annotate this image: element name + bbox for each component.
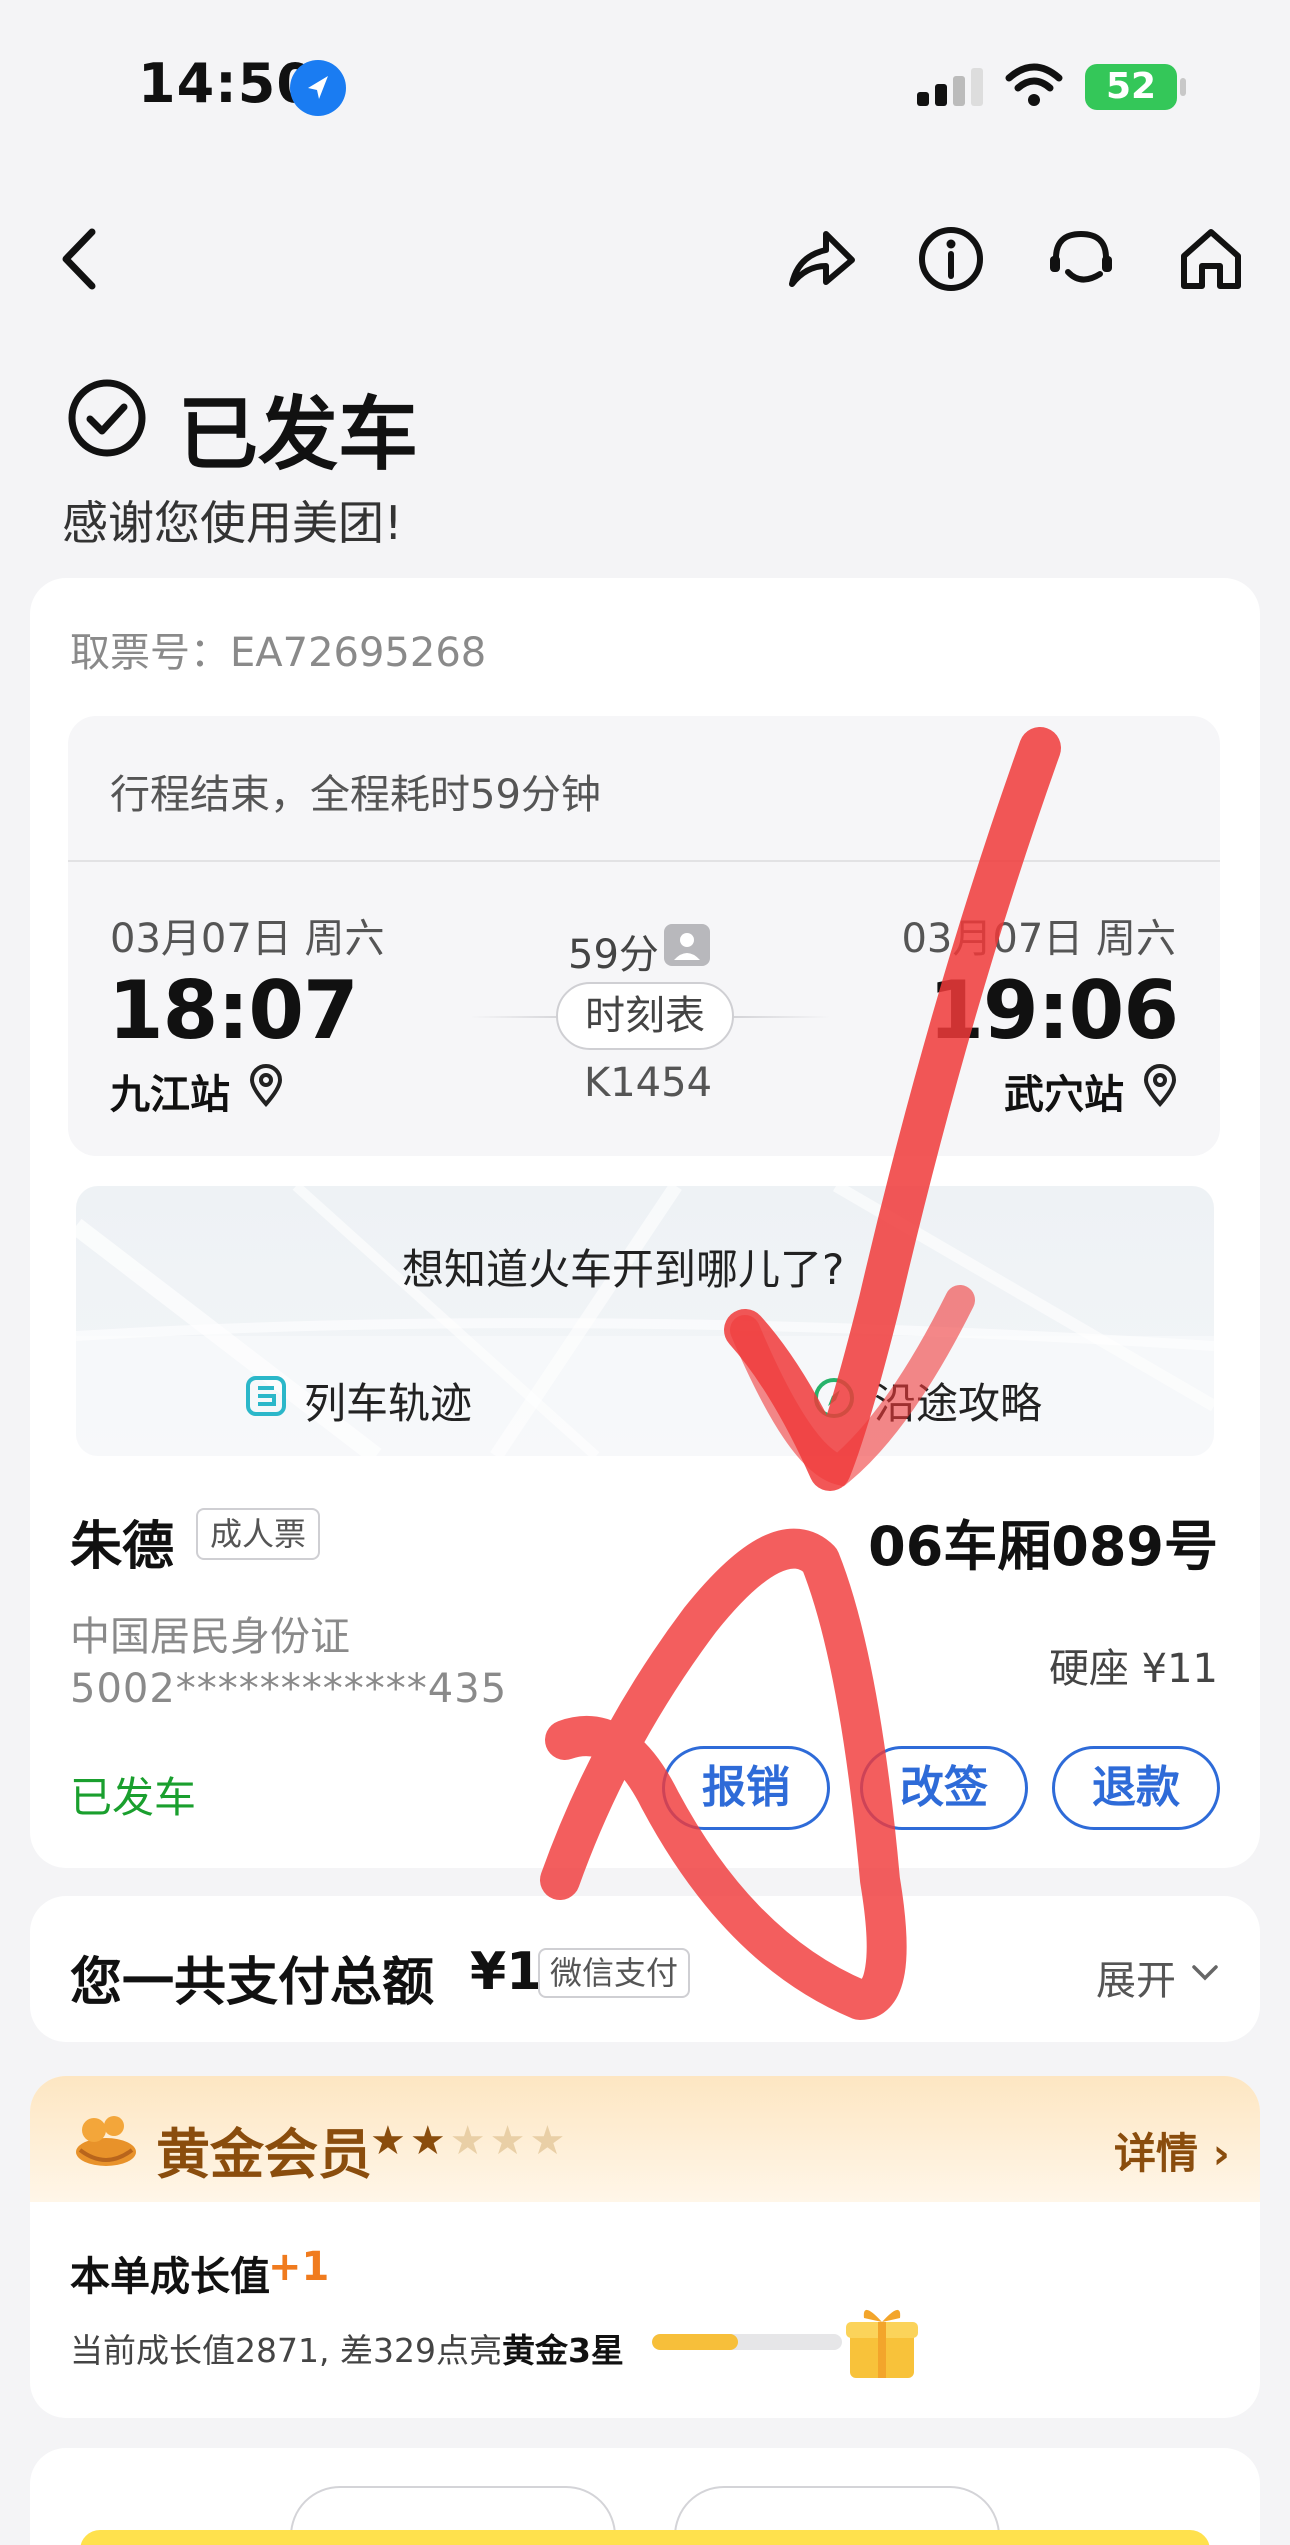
arrival-date: 03月07日 周六 — [901, 916, 1176, 962]
home-icon[interactable] — [1174, 222, 1248, 296]
refund-button[interactable]: 退款 — [1052, 1746, 1220, 1830]
growth-label: 本单成长值 — [70, 2254, 270, 2300]
location-pin-icon[interactable] — [246, 1062, 286, 1108]
kangaroo-logo-icon — [76, 2116, 136, 2166]
customer-service-icon[interactable] — [1044, 222, 1118, 296]
ticket-number: 取票号：EA72695268 — [70, 630, 487, 676]
growth-progress-text: 当前成长值2871, 差329点亮黄金3星 — [70, 2331, 624, 2370]
membership-details-link[interactable]: 详情 › — [1114, 2120, 1230, 2181]
arrival-time: 19:06 — [928, 964, 1179, 1057]
passenger-name: 朱德 — [70, 1517, 175, 1577]
gift-box-icon[interactable] — [842, 2300, 922, 2382]
departure-time: 18:07 — [108, 964, 359, 1057]
star-empty-icon: ★ — [529, 2118, 570, 2164]
expand-button[interactable]: 展开 — [1096, 1948, 1176, 2006]
train-track-link[interactable]: 列车轨迹 — [304, 1370, 472, 1431]
page-subtitle: 感谢您使用美团! — [62, 496, 403, 550]
departure-date: 03月07日 周六 — [110, 916, 385, 962]
page-title: 已发车 — [178, 388, 418, 481]
trip-divider — [68, 860, 1220, 862]
star-filled-icon: ★ — [370, 2118, 410, 2164]
payment-amount: ¥1 — [470, 1942, 543, 2002]
train-number: K1454 — [584, 1060, 713, 1106]
chevron-down-icon[interactable] — [1190, 1962, 1220, 1984]
payment-method-badge: 微信支付 — [538, 1948, 691, 1998]
growth-progress-fill — [652, 2334, 738, 2350]
back-icon[interactable] — [44, 222, 118, 296]
seat-class-price: 硬座 ¥11 — [1048, 1646, 1218, 1692]
departure-station[interactable]: 九江站 — [110, 1062, 230, 1120]
membership-title: 黄金会员 — [156, 2123, 372, 2186]
info-icon[interactable] — [914, 222, 988, 296]
ticket-type-badge: 成人票 — [196, 1508, 321, 1560]
star-filled-icon: ★ — [409, 2118, 450, 2164]
star-empty-icon: ★ — [449, 2118, 490, 2164]
id-type: 中国居民身份证 — [70, 1614, 350, 1660]
train-track-icon[interactable] — [244, 1374, 288, 1418]
arrival-station[interactable]: 武穴站 — [1004, 1062, 1124, 1120]
cellular-signal-icon — [917, 68, 983, 106]
share-icon[interactable] — [784, 222, 858, 296]
status-time: 14:50 — [138, 52, 315, 115]
payment-label: 您一共支付总额 — [70, 1953, 435, 2013]
route-guide-link[interactable]: 沿途攻略 — [874, 1370, 1042, 1431]
map-question: 想知道火车开到哪儿了? — [402, 1245, 845, 1294]
change-ticket-button[interactable]: 改签 — [860, 1746, 1028, 1830]
location-arrow-icon — [290, 60, 346, 116]
reimburse-button[interactable]: 报销 — [662, 1746, 830, 1830]
compass-icon[interactable] — [812, 1376, 856, 1420]
passenger-icon — [664, 924, 710, 966]
trip-status-text: 行程结束，全程耗时59分钟 — [110, 772, 601, 818]
wifi-icon — [1005, 63, 1063, 106]
id-number: 5002************435 — [70, 1666, 508, 1712]
check-circle-icon — [68, 379, 146, 457]
growth-progress-bar — [652, 2334, 842, 2350]
seat-number: 06车厢089号 — [868, 1515, 1218, 1578]
trip-duration: 59分 — [568, 932, 659, 978]
star-empty-icon: ★ — [489, 2118, 530, 2164]
location-pin-icon[interactable] — [1140, 1062, 1180, 1108]
bottom-action-bar[interactable] — [80, 2530, 1210, 2545]
battery-level: 52 — [1085, 64, 1177, 110]
timetable-button[interactable]: 时刻表 — [556, 982, 734, 1050]
membership-stars: ★★★★★ — [370, 2118, 569, 2164]
ticket-status: 已发车 — [70, 1773, 197, 1822]
growth-plus: +1 — [268, 2244, 330, 2290]
battery-cap — [1180, 78, 1186, 96]
